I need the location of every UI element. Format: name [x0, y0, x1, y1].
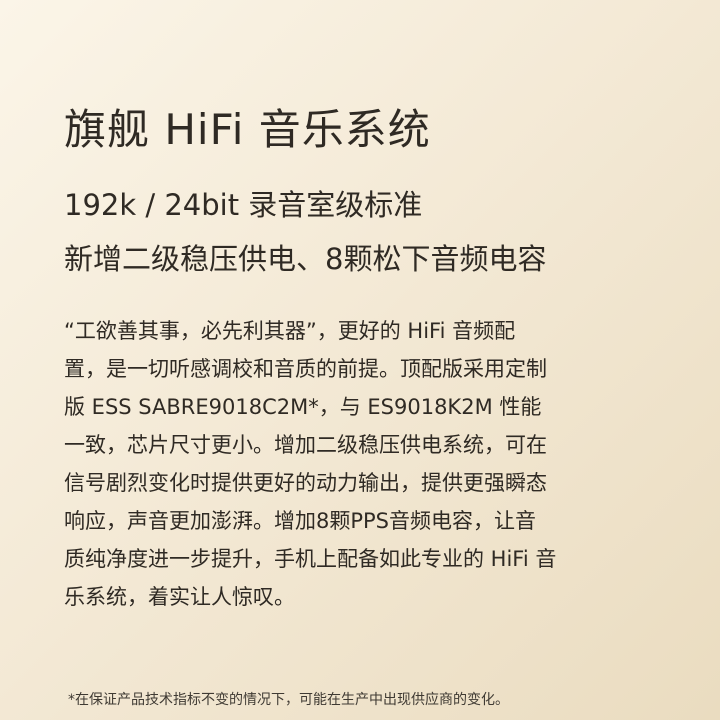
subtitle-line: 新增二级稳压供电、8颗松下音频电容 — [64, 242, 547, 276]
footnote: *在保证产品技术指标不变的情况下，可能在生产中出现供应商的变化。 — [68, 692, 509, 708]
feature-section: 旗舰 HiFi 音乐系统 192k / 24bit 录音室级标准 新增二级稳压供… — [64, 100, 684, 616]
paragraph-line: 置，是一切听感调校和音质的前提。顶配版采用定制 — [64, 357, 547, 381]
paragraph-line: 信号剧烈变化时提供更好的动力输出，提供更强瞬态 — [64, 471, 547, 495]
paragraph-line: 一致，芯片尺寸更小。增加二级稳压供电系统，可在 — [64, 433, 547, 457]
subtitle-block: 192k / 24bit 录音室级标准 新增二级稳压供电、8颗松下音频电容 — [64, 178, 684, 286]
paragraph-line: 乐系统，着实让人惊叹。 — [64, 585, 295, 609]
subtitle-line: 192k / 24bit 录音室级标准 — [64, 188, 423, 222]
paragraph-line: “工欲善其事，必先利其器”，更好的 HiFi 音频配 — [64, 319, 516, 343]
paragraph-line: 响应，声音更加澎湃。增加8颗PPS音频电容，让音 — [64, 509, 537, 533]
paragraph-line: 质纯净度进一步提升，手机上配备如此专业的 HiFi 音 — [64, 547, 557, 571]
description-paragraph: “工欲善其事，必先利其器”，更好的 HiFi 音频配 置，是一切听感调校和音质的… — [64, 312, 684, 616]
page-title: 旗舰 HiFi 音乐系统 — [64, 105, 431, 154]
paragraph-line: 版 ESS SABRE9018C2M*，与 ES9018K2M 性能 — [64, 395, 542, 419]
